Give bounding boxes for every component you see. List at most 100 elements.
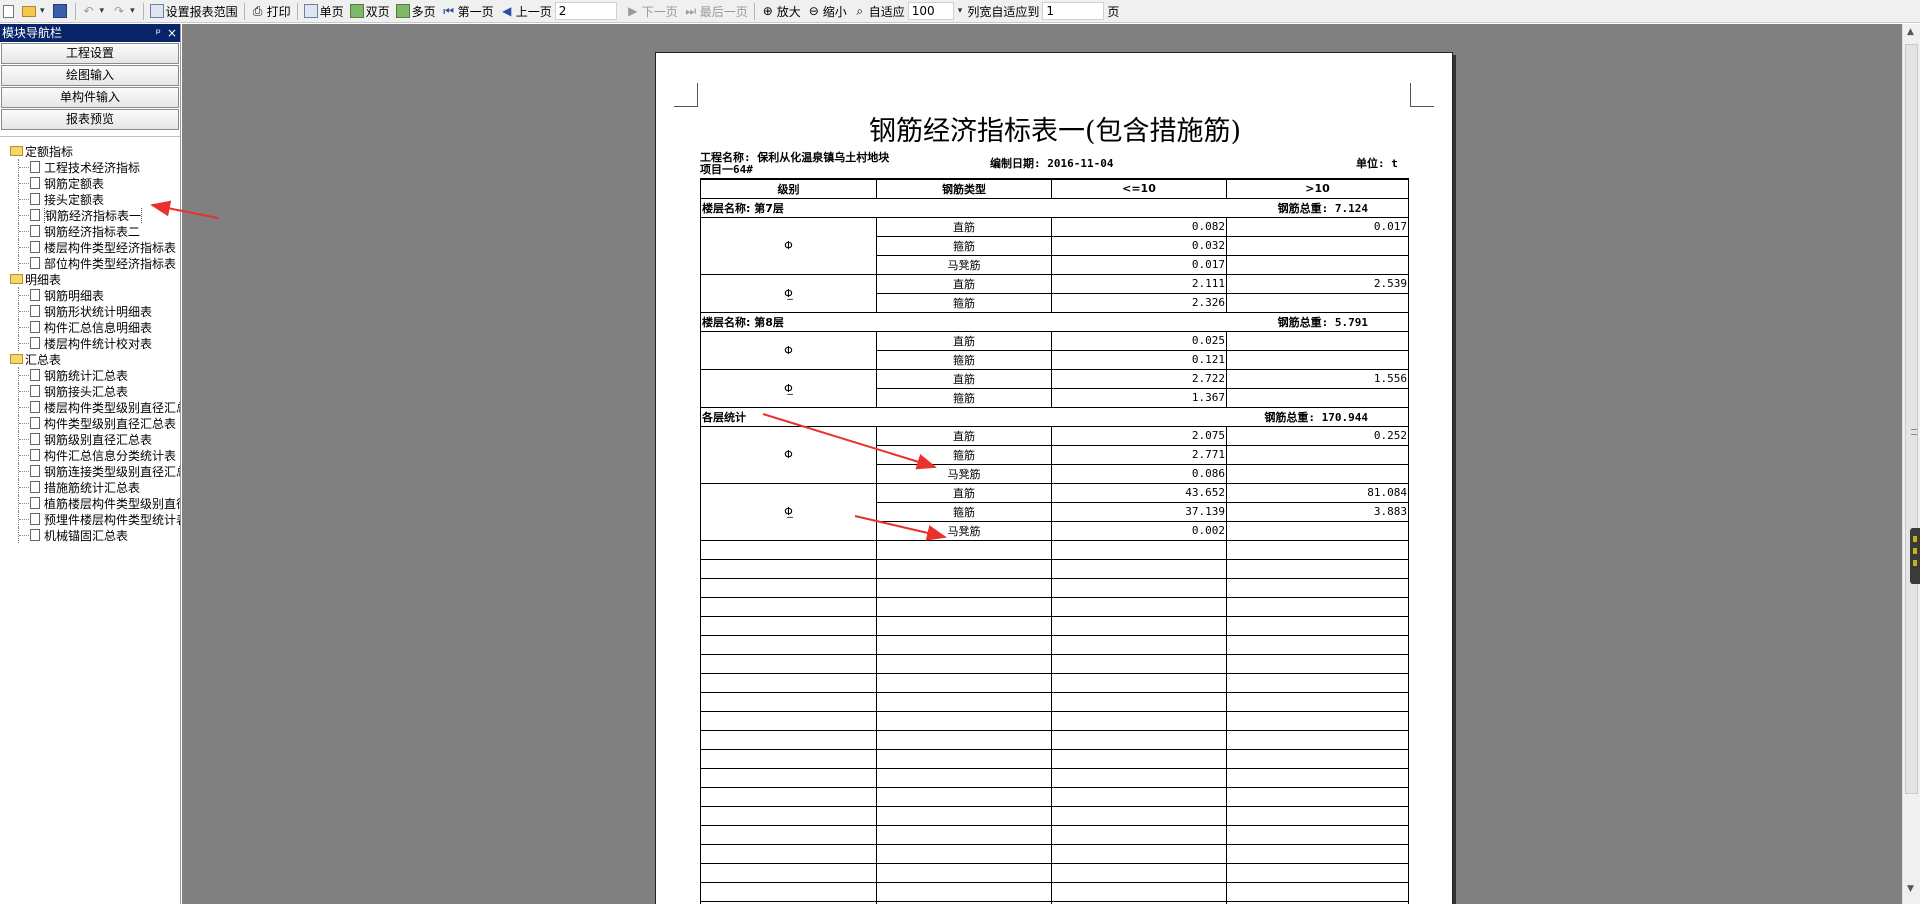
column-header: 钢筋类型 — [876, 178, 1052, 199]
toolbar-separator — [753, 2, 755, 20]
tree-item[interactable]: 部位构件类型经济指标表 — [0, 255, 180, 271]
print-button[interactable]: ⎙ 打印 — [248, 1, 294, 22]
tree-folder[interactable]: 明细表 — [0, 271, 180, 287]
value-le10: 0.002 — [1051, 520, 1227, 541]
tree-item[interactable]: 构件类型级别直径汇总表 — [0, 415, 180, 431]
tree-item[interactable]: 楼层构件类型级别直径汇总表 — [0, 399, 180, 415]
empty-cell — [1226, 843, 1409, 864]
single-page-button[interactable]: 单页 — [301, 1, 347, 22]
value-le10: 2.075 — [1051, 425, 1227, 446]
nav-button-single-component-input[interactable]: 单构件输入 — [1, 87, 179, 108]
zoom-dropdown-chevron-icon[interactable]: ▾ — [958, 6, 963, 16]
value-gt10: 3.883 — [1226, 501, 1409, 522]
prev-page-button[interactable]: ◀ 上一页 — [497, 1, 555, 22]
empty-cell — [1051, 767, 1227, 788]
fit-button[interactable]: ⌕ 自适应 — [850, 1, 908, 22]
tree-item[interactable]: 钢筋形状统计明细表 — [0, 303, 180, 319]
report-tree: 定额指标 工程技术经济指标 钢筋定额表 接头定额表 钢筋经济指标表一 钢筋经济指标表二 楼层… — [0, 136, 180, 543]
tree-item[interactable]: 钢筋级别直径汇总表 — [0, 431, 180, 447]
tree-folder[interactable]: 定额指标 — [0, 143, 180, 159]
tree-item[interactable]: 构件汇总信息明细表 — [0, 319, 180, 335]
double-page-button[interactable]: 双页 — [347, 1, 393, 22]
redo-button[interactable]: ↷ ▾ — [109, 1, 140, 22]
empty-cell — [876, 539, 1052, 560]
tree-item[interactable]: 钢筋经济指标表一 — [0, 207, 180, 223]
chevron-down-icon: ▾ — [99, 6, 105, 16]
floor-row: 楼层名称: 第7层 钢筋总重: 7.124 — [700, 197, 1409, 218]
tree-item[interactable]: 机械锚固汇总表 — [0, 527, 180, 543]
empty-cell — [1226, 596, 1409, 617]
value-le10: 2.722 — [1051, 368, 1227, 389]
empty-cell — [1226, 881, 1409, 902]
tree-item[interactable]: 楼层构件统计校对表 — [0, 335, 180, 351]
close-icon[interactable]: × — [167, 24, 177, 42]
rebar-type: 箍筋 — [876, 387, 1052, 408]
empty-cell — [700, 539, 877, 560]
document-icon — [30, 433, 40, 445]
nav-button-drawing-input[interactable]: 绘图输入 — [1, 65, 179, 86]
tree-item[interactable]: 工程技术经济指标 — [0, 159, 180, 175]
empty-cell — [876, 805, 1052, 826]
document-icon — [30, 321, 40, 333]
side-dock-handle[interactable] — [1910, 528, 1920, 584]
page-unit-label: 页 — [1107, 4, 1120, 19]
empty-row — [700, 634, 1409, 655]
tree-item[interactable]: 钢筋统计汇总表 — [0, 367, 180, 383]
tree-item[interactable]: 构件汇总信息分类统计表 — [0, 447, 180, 463]
tree-item[interactable]: 钢筋接头汇总表 — [0, 383, 180, 399]
undo-button[interactable]: ↶ ▾ — [79, 1, 110, 22]
empty-cell — [876, 710, 1052, 731]
rebar-type: 箍筋 — [876, 292, 1052, 313]
open-button[interactable]: ▾ — [19, 1, 50, 22]
document-icon — [30, 513, 40, 525]
save-button[interactable] — [50, 1, 72, 22]
next-page-button[interactable]: ▶ 下一页 — [623, 1, 681, 22]
empty-cell — [700, 805, 877, 826]
value-le10: 2.326 — [1051, 292, 1227, 313]
zoom-in-button[interactable]: ⊕ 放大 — [758, 1, 804, 22]
tree-item[interactable]: 钢筋明细表 — [0, 287, 180, 303]
value-le10: 0.032 — [1051, 235, 1227, 256]
tree-item[interactable]: 楼层构件类型经济指标表 — [0, 239, 180, 255]
multi-page-button[interactable]: 多页 — [393, 1, 439, 22]
rebar-type: 直筋 — [876, 425, 1052, 446]
tree-item-label: 钢筋接头汇总表 — [44, 384, 129, 399]
empty-cell — [700, 824, 877, 845]
empty-cell — [876, 634, 1052, 655]
scrollbar-thumb[interactable] — [1905, 44, 1918, 794]
column-fit-input[interactable]: 1 — [1042, 2, 1105, 20]
empty-cell — [876, 653, 1052, 674]
scroll-up-icon[interactable]: ▲ — [1907, 27, 1914, 37]
zoom-out-button[interactable]: ⊖ 缩小 — [804, 1, 850, 22]
empty-cell — [700, 786, 877, 807]
floor-name: 楼层名称: 第7层 — [700, 197, 1052, 218]
page-number-input[interactable]: 2 — [554, 2, 617, 20]
empty-cell — [700, 615, 877, 636]
scroll-down-icon[interactable]: ▼ — [1907, 884, 1914, 894]
column-header: <=10 — [1051, 178, 1227, 199]
vertical-scrollbar[interactable]: ▲ ▼ — [1902, 24, 1920, 904]
pin-icon[interactable]: ᵖ — [156, 24, 161, 42]
tree-item[interactable]: 钢筋经济指标表二 — [0, 223, 180, 239]
nav-button-project-settings[interactable]: 工程设置 — [1, 43, 179, 64]
tree-item[interactable]: 接头定额表 — [0, 191, 180, 207]
empty-row — [700, 824, 1409, 845]
document-icon — [30, 337, 40, 349]
tree-item[interactable]: 措施筋统计汇总表 — [0, 479, 180, 495]
tree-item-label: 楼层构件类型级别直径汇总表 — [44, 400, 180, 415]
nav-button-report-preview[interactable]: 报表预览 — [1, 109, 179, 130]
zoom-input[interactable]: 100 — [907, 2, 954, 20]
tree-item[interactable]: 钢筋连接类型级别直径汇总表 — [0, 463, 180, 479]
first-page-button[interactable]: ⏮ 第一页 — [439, 1, 497, 22]
tree-item[interactable]: 钢筋定额表 — [0, 175, 180, 191]
tree-item[interactable]: 预埋件楼层构件类型统计表 — [0, 511, 180, 527]
tree-item[interactable]: 植筋楼层构件类型级别直径汇总表 — [0, 495, 180, 511]
empty-row — [700, 539, 1409, 560]
tree-folder[interactable]: 汇总表 — [0, 351, 180, 367]
last-page-button[interactable]: ⏭ 最后一页 — [681, 1, 751, 22]
unit-line: 单位: t — [1356, 155, 1398, 171]
document-icon — [30, 177, 40, 189]
new-button[interactable] — [0, 1, 19, 22]
set-report-range-button[interactable]: 设置报表范围 — [147, 1, 241, 22]
tree-item-label: 钢筋统计汇总表 — [44, 368, 129, 383]
